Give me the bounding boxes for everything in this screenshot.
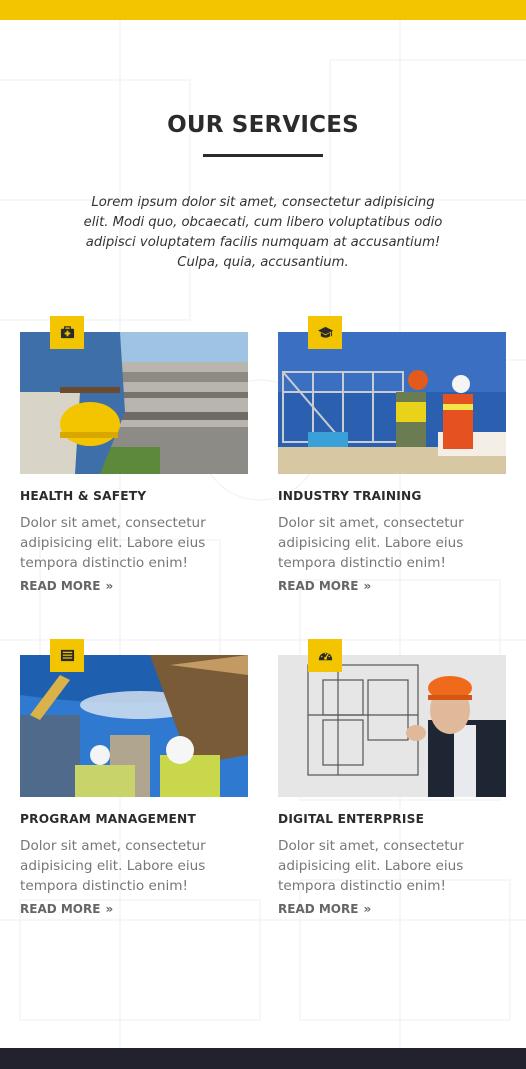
service-title: PROGRAM MANAGEMENT	[20, 812, 196, 826]
program-management-photo[interactable]	[20, 655, 248, 797]
digital-enterprise-photo[interactable]	[278, 655, 506, 797]
service-description: Dolor sit amet, consectetur adipisicing …	[278, 515, 464, 571]
health-safety-photo[interactable]	[20, 332, 248, 474]
read-more-link[interactable]: READ MORE»	[278, 579, 371, 593]
chevron-double-right-icon: »	[363, 902, 372, 916]
service-description: Dolor sit amet, consectetur adipisicing …	[278, 838, 464, 894]
dashboard-icon	[308, 639, 342, 672]
chevron-double-right-icon: »	[105, 902, 114, 916]
read-more-link[interactable]: READ MORE»	[20, 902, 113, 916]
title-underline	[203, 154, 323, 157]
first-aid-kit-icon	[50, 316, 84, 349]
top-accent-bar	[0, 0, 526, 20]
section-intro: Lorem ipsum dolor sit amet, consectetur …	[83, 195, 443, 270]
service-description: Dolor sit amet, consectetur adipisicing …	[20, 515, 206, 571]
service-title: HEALTH & SAFETY	[20, 489, 147, 503]
industry-training-photo[interactable]	[278, 332, 506, 474]
graduation-cap-icon	[308, 316, 342, 349]
read-more-link[interactable]: READ MORE»	[278, 902, 371, 916]
chevron-double-right-icon: »	[105, 579, 114, 593]
service-title: INDUSTRY TRAINING	[278, 489, 422, 503]
service-title: DIGITAL ENTERPRISE	[278, 812, 425, 826]
chevron-double-right-icon: »	[363, 579, 372, 593]
list-icon	[50, 639, 84, 672]
read-more-link[interactable]: READ MORE»	[20, 579, 113, 593]
footer-bar	[0, 1048, 526, 1069]
service-description: Dolor sit amet, consectetur adipisicing …	[20, 838, 206, 894]
section-title: OUR SERVICES	[167, 112, 359, 138]
